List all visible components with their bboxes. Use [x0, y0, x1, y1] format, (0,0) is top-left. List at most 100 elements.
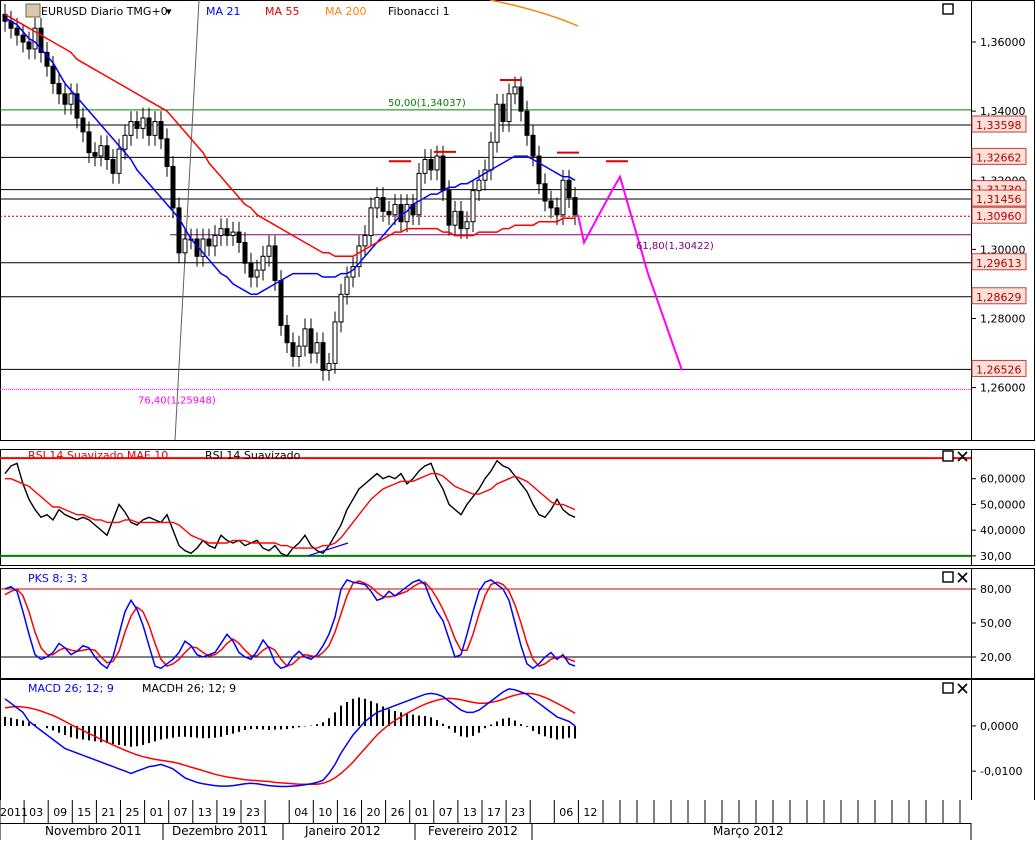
maximize-rsi-icon[interactable] [942, 450, 954, 462]
candle-body [182, 238, 188, 254]
legend-rsi-mae[interactable]: RSI 14 Suavizado MAE 10 [28, 449, 168, 462]
candle-body [446, 190, 452, 226]
maximize-macd-icon[interactable] [942, 682, 954, 694]
candle-body [14, 27, 20, 36]
price-title: EURUSD Diario TMG+0 [41, 5, 168, 18]
legend-macdh[interactable]: MACDH 26; 12; 9 [142, 682, 236, 695]
candle-body [68, 93, 74, 105]
close-stoch-icon[interactable] [957, 572, 968, 583]
day-label: 13 [198, 806, 212, 819]
candle-body [398, 203, 404, 223]
candle-body [230, 231, 236, 237]
candle-body [440, 155, 446, 192]
candle-body [470, 190, 476, 223]
close-rsi-icon[interactable] [957, 451, 968, 462]
candle-body [128, 121, 134, 136]
maximize-stoch-icon[interactable] [942, 571, 954, 583]
candle-body [566, 179, 572, 199]
price-title-arrow[interactable]: ▾ [166, 5, 172, 18]
day-label: 04 [294, 806, 308, 819]
day-label: 19 [222, 806, 236, 819]
legend-macd[interactable]: MACD 26; 12; 9 [28, 682, 114, 695]
projection-path[interactable] [577, 174, 683, 371]
candle-body [86, 131, 92, 154]
candle-body [20, 34, 26, 43]
candle-body [98, 145, 104, 157]
candle-body [284, 324, 290, 344]
day-label: 16 [342, 806, 356, 819]
stoch-axis-tick-label: 20,00 [980, 651, 1012, 664]
candle-body [290, 342, 296, 358]
candle-body [344, 276, 350, 295]
candle-body [380, 197, 386, 212]
symbol-icon[interactable] [25, 3, 41, 18]
legend-ma200[interactable]: MA 200 [325, 5, 367, 18]
day-label: 20 [367, 806, 381, 819]
candle-body [158, 121, 164, 140]
day-label: 21 [101, 806, 115, 819]
candle-body [536, 155, 542, 185]
month-label: Novembro 2011 [45, 824, 141, 838]
level-price-label: 1,26526 [976, 363, 1022, 376]
maximize-price-icon[interactable] [942, 3, 954, 15]
rsi-axis-tick-label: 40,0000 [980, 524, 1026, 537]
fibonacci-label: 61,80(1,30422) [636, 241, 714, 252]
candle-body [152, 121, 158, 136]
candle-body [242, 241, 248, 264]
rsi-axis-tick-label: 30,00 [980, 550, 1012, 563]
legend-fibonacci[interactable]: Fibonacci 1 [388, 5, 450, 18]
fibonacci-label: 50,00(1,34037) [388, 98, 466, 109]
candle-body [50, 65, 56, 84]
panel-frame-stoch [0, 568, 1035, 679]
month-label: Janeiro 2012 [304, 824, 381, 838]
candle-body [434, 155, 440, 171]
candle-body [308, 328, 314, 354]
candle-body [104, 145, 110, 161]
panel-frame-rsi [0, 449, 1035, 566]
candle-body [338, 293, 344, 323]
candle-body [374, 197, 380, 209]
candle-body [122, 134, 128, 150]
candle-body [392, 203, 398, 216]
day-label: 07 [174, 806, 188, 819]
stoch-k-line [4, 578, 576, 670]
candle-body [500, 103, 506, 123]
candle-body [494, 103, 500, 143]
legend-ma55[interactable]: MA 55 [265, 5, 300, 18]
day-label: 15 [77, 806, 91, 819]
month-label: Fevereiro 2012 [428, 824, 518, 838]
rsi-axis-tick-label: 50,0000 [980, 498, 1026, 511]
candle-body [416, 172, 422, 216]
day-label: 23 [511, 806, 525, 819]
day-label: 03 [29, 806, 43, 819]
macd-axis-tick-label: -0,0100 [980, 765, 1022, 778]
candle-body [146, 117, 152, 136]
candle-body [170, 165, 176, 209]
macd-signal-line [4, 692, 576, 785]
candle-body [476, 179, 482, 192]
day-label: 13 [463, 806, 477, 819]
price-axis-tick-label: 1,36000 [980, 36, 1026, 49]
candle-body [542, 183, 548, 202]
candle-body [386, 210, 392, 216]
candle-body [260, 255, 266, 271]
fibonacci-label: 76,40(1,25948) [138, 395, 216, 406]
candle-body [206, 238, 212, 247]
candle-body [56, 82, 62, 95]
legend-ma21[interactable]: MA 21 [206, 5, 241, 18]
level-price-label: 1,29613 [976, 257, 1022, 270]
candle-body [296, 345, 302, 358]
level-price-label: 1,30960 [976, 210, 1022, 223]
level-price-label: 1,32662 [976, 151, 1022, 164]
legend-rsi[interactable]: RSI 14 Suavizado [205, 449, 301, 462]
legend-pks[interactable]: PKS 8; 3; 3 [28, 572, 88, 585]
candle-body [254, 269, 260, 278]
candle-body [92, 152, 98, 157]
candle-body [458, 210, 464, 230]
day-label: 01 [150, 806, 164, 819]
day-label: 17 [487, 806, 501, 819]
candle-body [428, 159, 434, 171]
day-label: 01 [415, 806, 429, 819]
close-macd-icon[interactable] [957, 683, 968, 694]
day-label: 10 [318, 806, 332, 819]
